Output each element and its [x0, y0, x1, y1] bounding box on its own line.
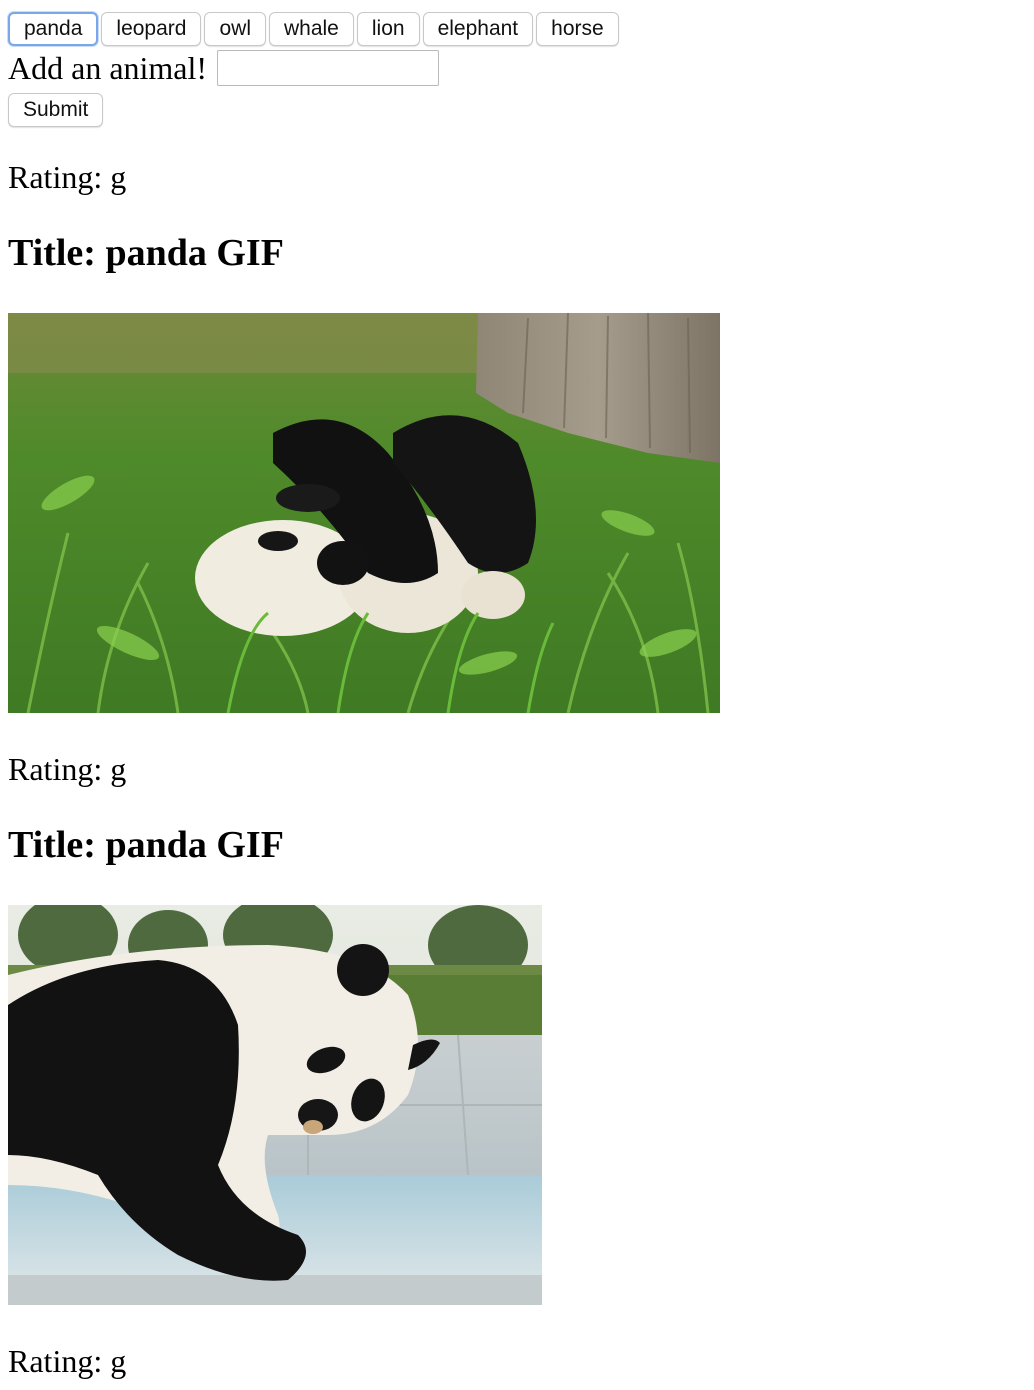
animal-button-row: panda leopard owl whale lion elephant ho…: [8, 12, 1018, 46]
gif-result: Rating: g Title: panda GIF: [8, 749, 1018, 1305]
gif-title: Title: panda GIF: [8, 232, 284, 274]
gif-rating: Rating: g: [8, 159, 127, 195]
add-animal-form: Add an animal!: [8, 48, 1018, 88]
add-animal-input[interactable]: [217, 50, 440, 86]
animal-button-lion[interactable]: lion: [356, 12, 420, 46]
animal-button-panda[interactable]: panda: [8, 12, 99, 46]
gif-rating: Rating: g: [8, 1343, 127, 1379]
gif-result: Rating: g: [8, 1341, 1018, 1381]
add-animal-label: Add an animal!: [8, 50, 208, 86]
animal-button-horse[interactable]: horse: [536, 12, 619, 46]
gif-title: Title: panda GIF: [8, 824, 284, 866]
panda-in-grass-illustration: [8, 313, 720, 713]
panda-by-pool-illustration: [8, 905, 542, 1305]
gif-rating: Rating: g: [8, 751, 127, 787]
panda-gif-image[interactable]: [8, 905, 542, 1305]
submit-button[interactable]: Submit: [8, 93, 104, 127]
page: panda leopard owl whale lion elephant ho…: [8, 12, 1018, 1381]
animal-button-whale[interactable]: whale: [268, 12, 354, 46]
animal-button-leopard[interactable]: leopard: [101, 12, 202, 46]
panda-gif-image[interactable]: [8, 313, 720, 713]
gif-result: Rating: g Title: panda GIF: [8, 157, 1018, 713]
animal-button-elephant[interactable]: elephant: [422, 12, 534, 46]
animal-button-owl[interactable]: owl: [204, 12, 266, 46]
